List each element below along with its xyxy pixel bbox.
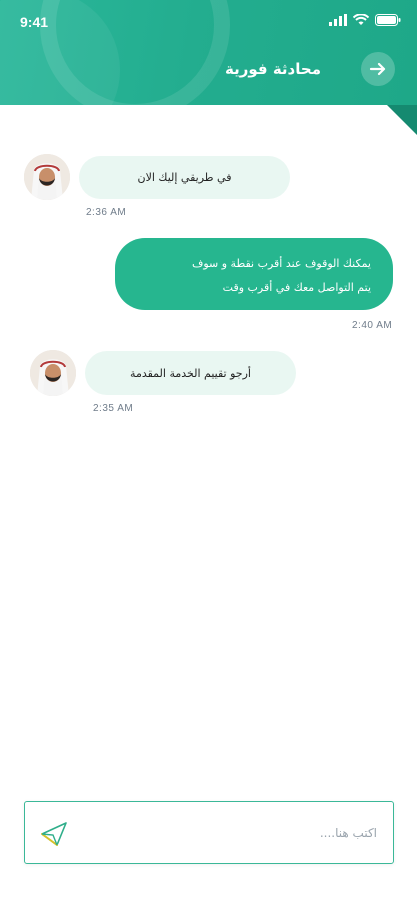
content-top-edge: [0, 105, 417, 135]
message-bubble-outgoing: يمكنك الوقوف عند أقرب نقطة و سوف يتم الت…: [115, 238, 393, 310]
page-title: محادثة فورية: [225, 60, 321, 78]
message-text-line-2: يتم التواصل معك في أقرب وقت: [222, 281, 371, 294]
avatar: [24, 154, 70, 200]
avatar-image: [30, 350, 76, 396]
message-time: 2:40 AM: [352, 320, 393, 331]
message-text-line-1: يمكنك الوقوف عند أقرب نقطة و سوف: [191, 257, 371, 270]
avatar: [30, 350, 76, 396]
message-text: في طريقي إليك الان: [137, 171, 232, 184]
message-time: 2:35 AM: [93, 403, 134, 414]
chat-area: [0, 105, 417, 900]
status-bar: 9:41: [0, 0, 417, 44]
message-bubble-incoming: أرجو تقييم الخدمة المقدمة: [85, 351, 296, 395]
wifi-icon: [353, 14, 369, 25]
arrow-right-icon: [369, 62, 386, 76]
message-input[interactable]: [107, 820, 377, 846]
status-time: 9:41: [20, 14, 49, 30]
send-icon[interactable]: [39, 820, 69, 848]
message-time: 2:36 AM: [86, 207, 127, 218]
signal-icon: [329, 14, 347, 26]
avatar-image: [24, 154, 70, 200]
message-text: أرجو تقييم الخدمة المقدمة: [130, 366, 251, 380]
back-button[interactable]: [361, 52, 395, 86]
message-composer: [24, 801, 394, 864]
battery-icon: [375, 14, 401, 26]
message-bubble-incoming: في طريقي إليك الان: [79, 156, 290, 199]
